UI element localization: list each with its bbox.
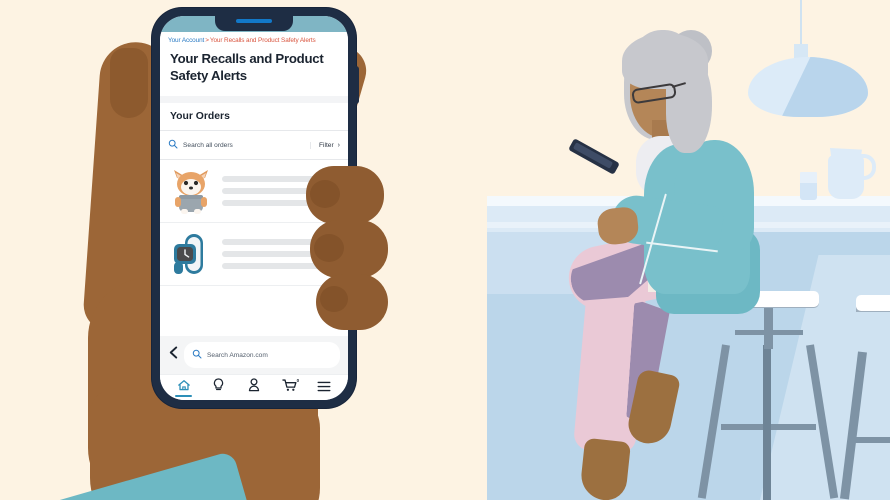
hamburger-menu-icon — [317, 379, 331, 397]
phone-speaker — [236, 19, 272, 23]
page-title: Your Recalls and Product Safety Alerts — [160, 48, 348, 96]
skeleton-line — [222, 188, 326, 194]
search-icon — [192, 346, 202, 364]
search-icon — [168, 136, 178, 154]
nav-active-indicator — [175, 395, 193, 397]
skeleton-line — [222, 251, 326, 257]
smartwatch-icon — [168, 231, 214, 277]
bottom-navigation-bar: 0 — [160, 374, 348, 400]
global-search-bar: Search Amazon.com — [160, 336, 348, 374]
illustration-scene: Your Account>Your Recalls and Product Sa… — [0, 0, 890, 500]
cart-icon — [281, 378, 297, 397]
search-input[interactable]: Search Amazon.com — [184, 342, 340, 368]
nav-item-menu[interactable] — [310, 375, 338, 400]
search-placeholder: Search Amazon.com — [207, 351, 268, 359]
nav-item-ideas[interactable] — [205, 375, 233, 400]
skeleton-line — [222, 239, 340, 245]
skeleton-line — [222, 263, 326, 269]
filter-label: Filter — [319, 141, 334, 149]
phone-side-button[interactable] — [354, 66, 359, 104]
phone-screen: Your Account>Your Recalls and Product Sa… — [160, 16, 348, 400]
your-orders-heading: Your Orders — [160, 103, 348, 131]
breadcrumb-current: Your Recalls and Product Safety Alerts — [209, 37, 316, 44]
order-list-item[interactable] — [160, 160, 348, 223]
nav-item-home[interactable] — [170, 375, 198, 400]
order-title-placeholder — [222, 176, 340, 206]
woman-foot-front — [578, 437, 632, 500]
pitcher-icon — [828, 155, 864, 199]
orders-search-row: Search all orders Filter › — [160, 131, 348, 160]
person-icon — [248, 378, 260, 397]
cart-count-badge: 0 — [296, 378, 300, 383]
order-list-item[interactable] — [160, 223, 348, 286]
orders-search-input[interactable]: Search all orders — [168, 136, 233, 154]
seated-woman-illustration — [540, 0, 820, 500]
woman-hair-side — [666, 55, 712, 153]
dog-in-sweater-icon — [168, 168, 214, 214]
home-icon — [177, 379, 191, 397]
order-title-placeholder — [222, 239, 340, 269]
second-stool-seat — [856, 295, 890, 311]
orders-search-placeholder: Search all orders — [183, 141, 233, 149]
skeleton-line — [222, 176, 340, 182]
section-divider — [160, 96, 348, 103]
nav-item-cart[interactable]: 0 — [275, 375, 303, 400]
chevron-right-icon: › — [337, 141, 340, 149]
breadcrumb-link-your-account[interactable]: Your Account — [168, 37, 204, 44]
status-bar — [160, 16, 348, 32]
breadcrumb: Your Account>Your Recalls and Product Sa… — [160, 32, 348, 48]
nav-item-account[interactable] — [240, 375, 268, 400]
chevron-left-icon[interactable] — [168, 346, 179, 364]
hand-thumb-highlight — [110, 48, 148, 118]
filter-button[interactable]: Filter › — [310, 141, 340, 149]
skeleton-line — [222, 200, 326, 206]
lightbulb-icon — [212, 378, 225, 397]
second-stool-rung — [848, 437, 890, 443]
